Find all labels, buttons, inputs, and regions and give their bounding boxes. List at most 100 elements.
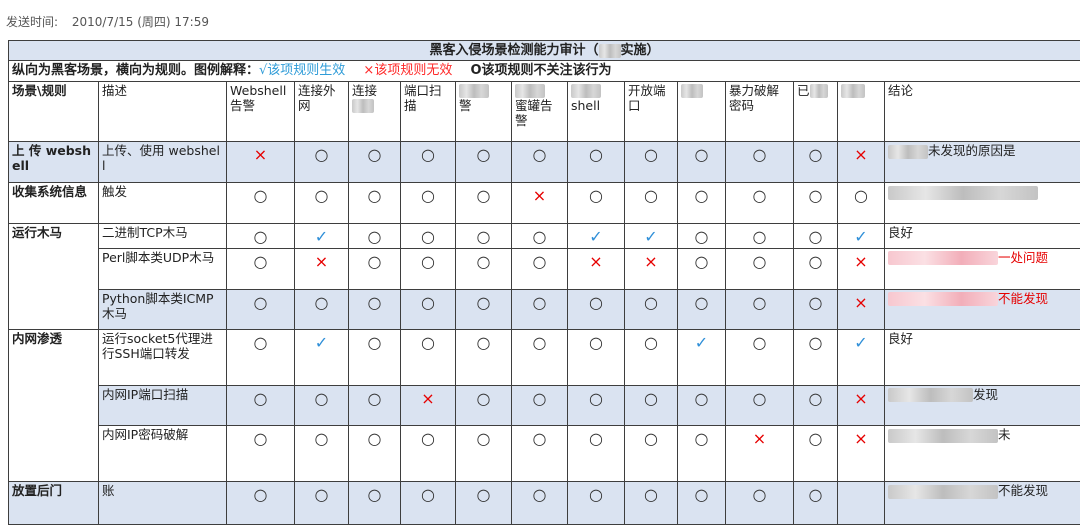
conclusion-text: 良好 bbox=[888, 331, 914, 347]
rule-status-cell: ○ bbox=[725, 329, 794, 386]
rule-status-cell: ○ bbox=[511, 329, 568, 386]
rule-status-cell: ○ bbox=[294, 384, 349, 427]
rule-status-cell: ○ bbox=[624, 481, 678, 525]
header-col5: 警 bbox=[455, 80, 512, 143]
rule-status-cell: ○ bbox=[567, 425, 625, 483]
rule-status-cell: ○ bbox=[400, 481, 456, 525]
cross-icon: × bbox=[253, 145, 268, 165]
check-icon: ✓ bbox=[694, 333, 709, 353]
conclusion-cell: 不能发现 bbox=[883, 288, 1080, 331]
rule-status-cell: ○ bbox=[455, 481, 512, 525]
rule-status-cell: ○ bbox=[793, 141, 838, 184]
circle-icon: ○ bbox=[644, 292, 658, 312]
rule-status-cell: ○ bbox=[677, 182, 726, 224]
rule-status-cell: ✓ bbox=[294, 329, 349, 386]
rule-status-cell: ○ bbox=[677, 425, 726, 483]
rule-status-cell: ○ bbox=[348, 481, 401, 525]
circle-icon: ○ bbox=[421, 333, 435, 353]
check-icon: ✓ bbox=[644, 226, 658, 246]
circle-icon: ○ bbox=[808, 186, 823, 206]
check-icon: ✓ bbox=[854, 333, 868, 353]
send-time-value: 2010/7/15 (周四) 17:59 bbox=[71, 15, 209, 29]
redacted bbox=[888, 292, 998, 307]
rule-status-cell: ○ bbox=[455, 247, 512, 290]
circle-icon: ○ bbox=[532, 292, 547, 312]
rule-status-cell: × bbox=[837, 247, 885, 290]
circle-icon: ○ bbox=[532, 145, 547, 165]
redacted bbox=[352, 99, 374, 114]
header-honeypot: 蜜罐告警 bbox=[511, 80, 568, 143]
header-conn2-label: 连接 bbox=[352, 82, 378, 98]
rule-status-cell: ○ bbox=[455, 329, 512, 386]
check-icon: ✓ bbox=[589, 226, 603, 246]
cross-icon: × bbox=[752, 429, 767, 449]
table-row: 上 传 webshell 上传、使用 webshell × ○ ○ ○ ○ ○ ○ ○ ○ ○ ○ × 未发… bbox=[8, 141, 1080, 184]
table-row: Python脚本类ICMP木马 ○ ○ ○ ○ ○ ○ ○ ○ ○ ○ ○ × 不能发现 bbox=[9, 288, 1080, 331]
rule-status-cell: ○ bbox=[725, 481, 794, 525]
rule-status-cell: ○ bbox=[348, 329, 401, 386]
conclusion-text: 良好 bbox=[888, 224, 914, 240]
send-time: 发送时间: 2010/7/15 (周四) 17:59 bbox=[6, 13, 209, 30]
circle-icon: ○ bbox=[808, 292, 823, 312]
circle-icon: ○ bbox=[808, 333, 823, 353]
rule-status-cell: ✓ bbox=[567, 222, 625, 249]
circle-icon: ○ bbox=[644, 388, 658, 408]
conclusion-text: 发现 bbox=[973, 386, 999, 402]
circle-icon: ○ bbox=[694, 388, 709, 408]
rule-status-cell: ○ bbox=[624, 425, 678, 483]
circle-icon: ○ bbox=[752, 485, 767, 505]
conclusion-cell: 不能发现 bbox=[883, 481, 1080, 525]
rule-status-cell: ○ bbox=[677, 288, 726, 331]
desc-cell: 运行socket5代理进行SSH端口转发 bbox=[98, 329, 227, 386]
circle-icon: ○ bbox=[421, 429, 435, 449]
header-clear-label: 已 bbox=[797, 82, 810, 98]
rule-status-cell: ○ bbox=[677, 222, 726, 249]
circle-icon: ○ bbox=[694, 429, 709, 449]
desc-cell: Python脚本类ICMP木马 bbox=[98, 288, 227, 331]
circle-icon: ○ bbox=[253, 485, 268, 505]
rule-status-cell: ○ bbox=[400, 247, 456, 290]
header-clear: 已 bbox=[793, 80, 838, 143]
table-row: 内网IP端口扫描 ○ ○ ○ × ○ ○ ○ ○ ○ ○ ○ × 发现 bbox=[9, 384, 1080, 427]
cross-icon: × bbox=[314, 251, 329, 271]
circle-icon: ○ bbox=[421, 485, 435, 505]
rule-status-cell: ○ bbox=[455, 425, 512, 483]
check-icon: ✓ bbox=[854, 226, 868, 246]
rule-status-cell: ○ bbox=[226, 481, 295, 525]
circle-icon: ○ bbox=[532, 485, 547, 505]
rule-status-cell: ○ bbox=[400, 329, 456, 386]
rule-status-cell: ○ bbox=[624, 288, 678, 331]
circle-icon: ○ bbox=[421, 251, 435, 271]
table-title: 黑客入侵场景检测能力审计（ 实施） bbox=[7, 39, 1080, 62]
legend-bad: ×该项规则无效 bbox=[363, 63, 453, 79]
circle-icon: ○ bbox=[752, 251, 767, 271]
rule-status-cell: ○ bbox=[348, 222, 401, 249]
circle-icon: ○ bbox=[752, 186, 767, 206]
table-row: 放置后门账 ○ ○ ○ ○ ○ ○ ○ ○ ○ ○ ○ 不能发现 bbox=[8, 481, 1080, 525]
send-time-label: 发送时间: bbox=[6, 15, 59, 29]
desc-cell: Perl脚本类UDP木马 bbox=[98, 247, 227, 290]
scene-cell: 上 传 webshell bbox=[8, 141, 99, 184]
rule-status-cell: ○ bbox=[725, 222, 794, 249]
desc-cell: 触发 bbox=[98, 182, 227, 224]
conclusion-cell: 良好 bbox=[883, 329, 1080, 386]
circle-icon: ○ bbox=[808, 145, 823, 165]
check-icon: ✓ bbox=[314, 226, 329, 246]
circle-icon: ○ bbox=[589, 388, 603, 408]
cross-icon: × bbox=[421, 388, 435, 408]
cross-icon: × bbox=[854, 251, 868, 271]
table-row: 收集系统信息 触发 ○ ○ ○ ○ ○ × ○ ○ ○ ○ ○ ○ bbox=[8, 182, 1080, 224]
redacted bbox=[888, 388, 973, 403]
rule-status-cell: ○ bbox=[793, 288, 838, 331]
rule-status-cell: ○ bbox=[725, 384, 794, 427]
redacted bbox=[888, 251, 998, 266]
circle-icon: ○ bbox=[644, 485, 658, 505]
rule-status-cell: ✓ bbox=[294, 222, 349, 249]
circle-icon: ○ bbox=[694, 292, 709, 312]
cross-icon: × bbox=[854, 292, 868, 312]
rule-status-cell: ○ bbox=[725, 247, 794, 290]
rule-status-cell: ○ bbox=[400, 141, 456, 184]
rule-status-cell: ○ bbox=[455, 222, 512, 249]
circle-icon: ○ bbox=[752, 145, 767, 165]
circle-icon: ○ bbox=[752, 333, 767, 353]
